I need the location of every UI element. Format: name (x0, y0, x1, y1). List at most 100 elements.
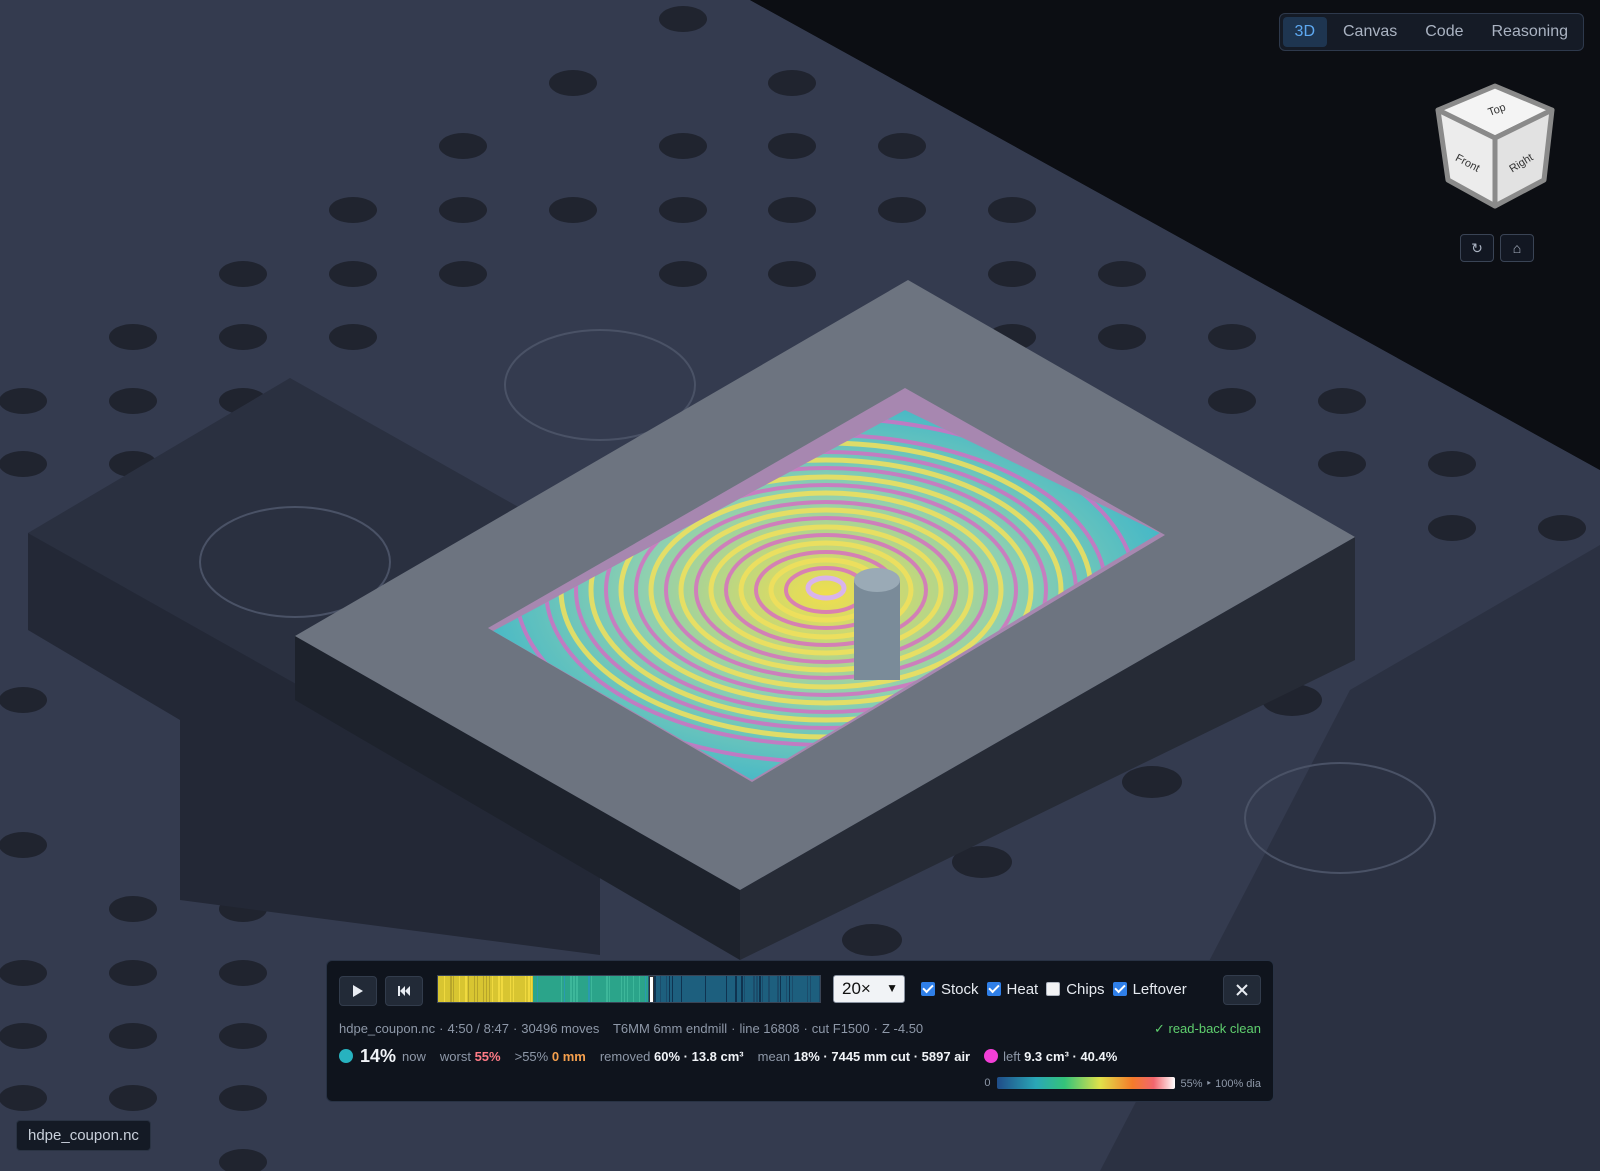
move-count: 30496 moves (521, 1021, 600, 1036)
tab-3d[interactable]: 3D (1282, 17, 1327, 47)
timeline-stripe (627, 976, 628, 1002)
heat-checkbox[interactable] (986, 982, 1001, 996)
timeline-stripe (759, 976, 761, 1002)
timeline-stripe (792, 976, 793, 1002)
timeline-stripe (786, 976, 787, 1002)
timeline-stripe (513, 976, 514, 1002)
speed-value: 20× (842, 979, 871, 998)
timeline-stripe (735, 976, 737, 1002)
left-value: 9.3 cm³ · 40.4% (1024, 1048, 1118, 1064)
timeline-stripe (474, 976, 475, 1002)
timeline-stripe (777, 976, 779, 1002)
feed-rate: cut F1500 (811, 1021, 870, 1036)
play-icon (353, 985, 363, 997)
now-label: now (402, 1048, 426, 1064)
timeline-stripe (537, 976, 538, 1002)
removed-value: 60% · 13.8 cm³ (654, 1048, 744, 1064)
now-value: 14% (360, 1045, 397, 1066)
timeline-stripe (753, 976, 755, 1002)
z-height: Z -4.50 (881, 1021, 924, 1036)
layer-toggles: Stock Heat Chips Leftover (921, 975, 1187, 1003)
timeline-stripe (477, 976, 478, 1002)
toggle-stock[interactable]: Stock (921, 981, 979, 998)
heat-legend: 0 55% ‣ 100% dia (984, 1075, 1261, 1091)
over-label: >55% (514, 1048, 549, 1064)
timeline-stripe (483, 976, 484, 1002)
timeline-stripe (465, 976, 467, 1002)
view-cube[interactable]: Top Front Right (1430, 82, 1560, 212)
close-icon (1236, 984, 1248, 996)
timeline-stripe (819, 976, 820, 1002)
chips-checkbox[interactable] (1046, 982, 1061, 996)
timeline-stripe (564, 976, 565, 1002)
timeline-stripe (561, 976, 562, 1002)
now-indicator-dot (339, 1049, 353, 1063)
timeline-stripe (756, 976, 758, 1002)
home-icon[interactable]: ⌂ (1500, 234, 1534, 262)
job-info: hdpe_coupon.nc · 4:50 / 8:47 · 30496 moves T… (339, 1021, 1261, 1036)
timeline-stripe (810, 976, 811, 1002)
timeline-stripe (645, 976, 646, 1002)
rewind-button[interactable] (385, 976, 423, 1006)
mean-value: 18% · 7445 mm cut · 5897 air (793, 1048, 971, 1064)
timeline-stripe (444, 976, 445, 1002)
timeline-playhead[interactable] (649, 976, 654, 1002)
timeline-stripe (453, 976, 454, 1002)
toggle-chips[interactable]: Chips (1046, 981, 1105, 998)
timeline-stripe (780, 976, 781, 1002)
worst-value: 55% (474, 1048, 501, 1064)
timeline-stripe (621, 976, 622, 1002)
timeline-stripe (591, 976, 592, 1002)
play-button[interactable] (339, 976, 377, 1006)
timeline-stripe (768, 976, 770, 1002)
tool-name: T6MM 6mm endmill (612, 1021, 728, 1036)
timeline-stripe (573, 976, 575, 1002)
endmill-tool (854, 580, 900, 680)
simulation-player: 20× ▼ Stock Heat Chips Leftover hdpe_cou… (326, 960, 1274, 1102)
timeline-stripe (588, 976, 590, 1002)
speed-select[interactable]: 20× ▼ (833, 975, 905, 1003)
file-name-chip[interactable]: hdpe_coupon.nc (16, 1120, 151, 1151)
tab-code[interactable]: Code (1413, 17, 1475, 47)
timeline-stripe (669, 976, 670, 1002)
elapsed-time: 4:50 / 8:47 (447, 1021, 509, 1036)
timeline-stripe (789, 976, 790, 1002)
legend-min: 0 (984, 1077, 991, 1089)
legend-max: 55% ‣ 100% dia (1180, 1077, 1262, 1090)
timeline-stripe (501, 976, 503, 1002)
timeline-stripe (489, 976, 490, 1002)
legend-gradient (996, 1077, 1175, 1089)
stock-checkbox[interactable] (921, 982, 935, 996)
removed-label: removed (599, 1048, 651, 1064)
close-player-button[interactable] (1223, 975, 1261, 1005)
timeline-scrubber[interactable] (437, 975, 821, 1003)
timeline-stripe (633, 976, 634, 1002)
timeline-stripe (660, 976, 661, 1002)
tab-canvas[interactable]: Canvas (1331, 17, 1409, 47)
timeline-stripe (492, 976, 493, 1002)
tab-reasoning[interactable]: Reasoning (1480, 17, 1581, 47)
leftover-checkbox[interactable] (1112, 982, 1127, 996)
skip-back-icon (398, 986, 410, 996)
timeline-stripe (741, 976, 743, 1002)
timeline-stripe (762, 976, 763, 1002)
timeline-stripe (639, 976, 640, 1002)
file-name: hdpe_coupon.nc (339, 1021, 436, 1036)
toggle-leftover[interactable]: Leftover (1112, 981, 1187, 998)
timeline-stripe (666, 976, 667, 1002)
rotate-icon[interactable]: ↻ (1460, 234, 1494, 262)
line-number: line 16808 (739, 1021, 800, 1036)
mean-label: mean (757, 1048, 791, 1064)
chevron-down-icon: ▼ (886, 981, 898, 995)
timeline-stripe (726, 976, 727, 1002)
worst-label: worst (439, 1048, 471, 1064)
timeline-stripe (744, 976, 745, 1002)
timeline-stripe (681, 976, 682, 1002)
toggle-heat[interactable]: Heat (986, 981, 1038, 998)
timeline-stripe (654, 976, 656, 1002)
timeline-stripe (576, 976, 578, 1002)
timeline-stripe (570, 976, 572, 1002)
timeline-stripe (468, 976, 469, 1002)
left-label: left (1003, 1048, 1021, 1064)
over-value: 0 mm (551, 1048, 586, 1064)
